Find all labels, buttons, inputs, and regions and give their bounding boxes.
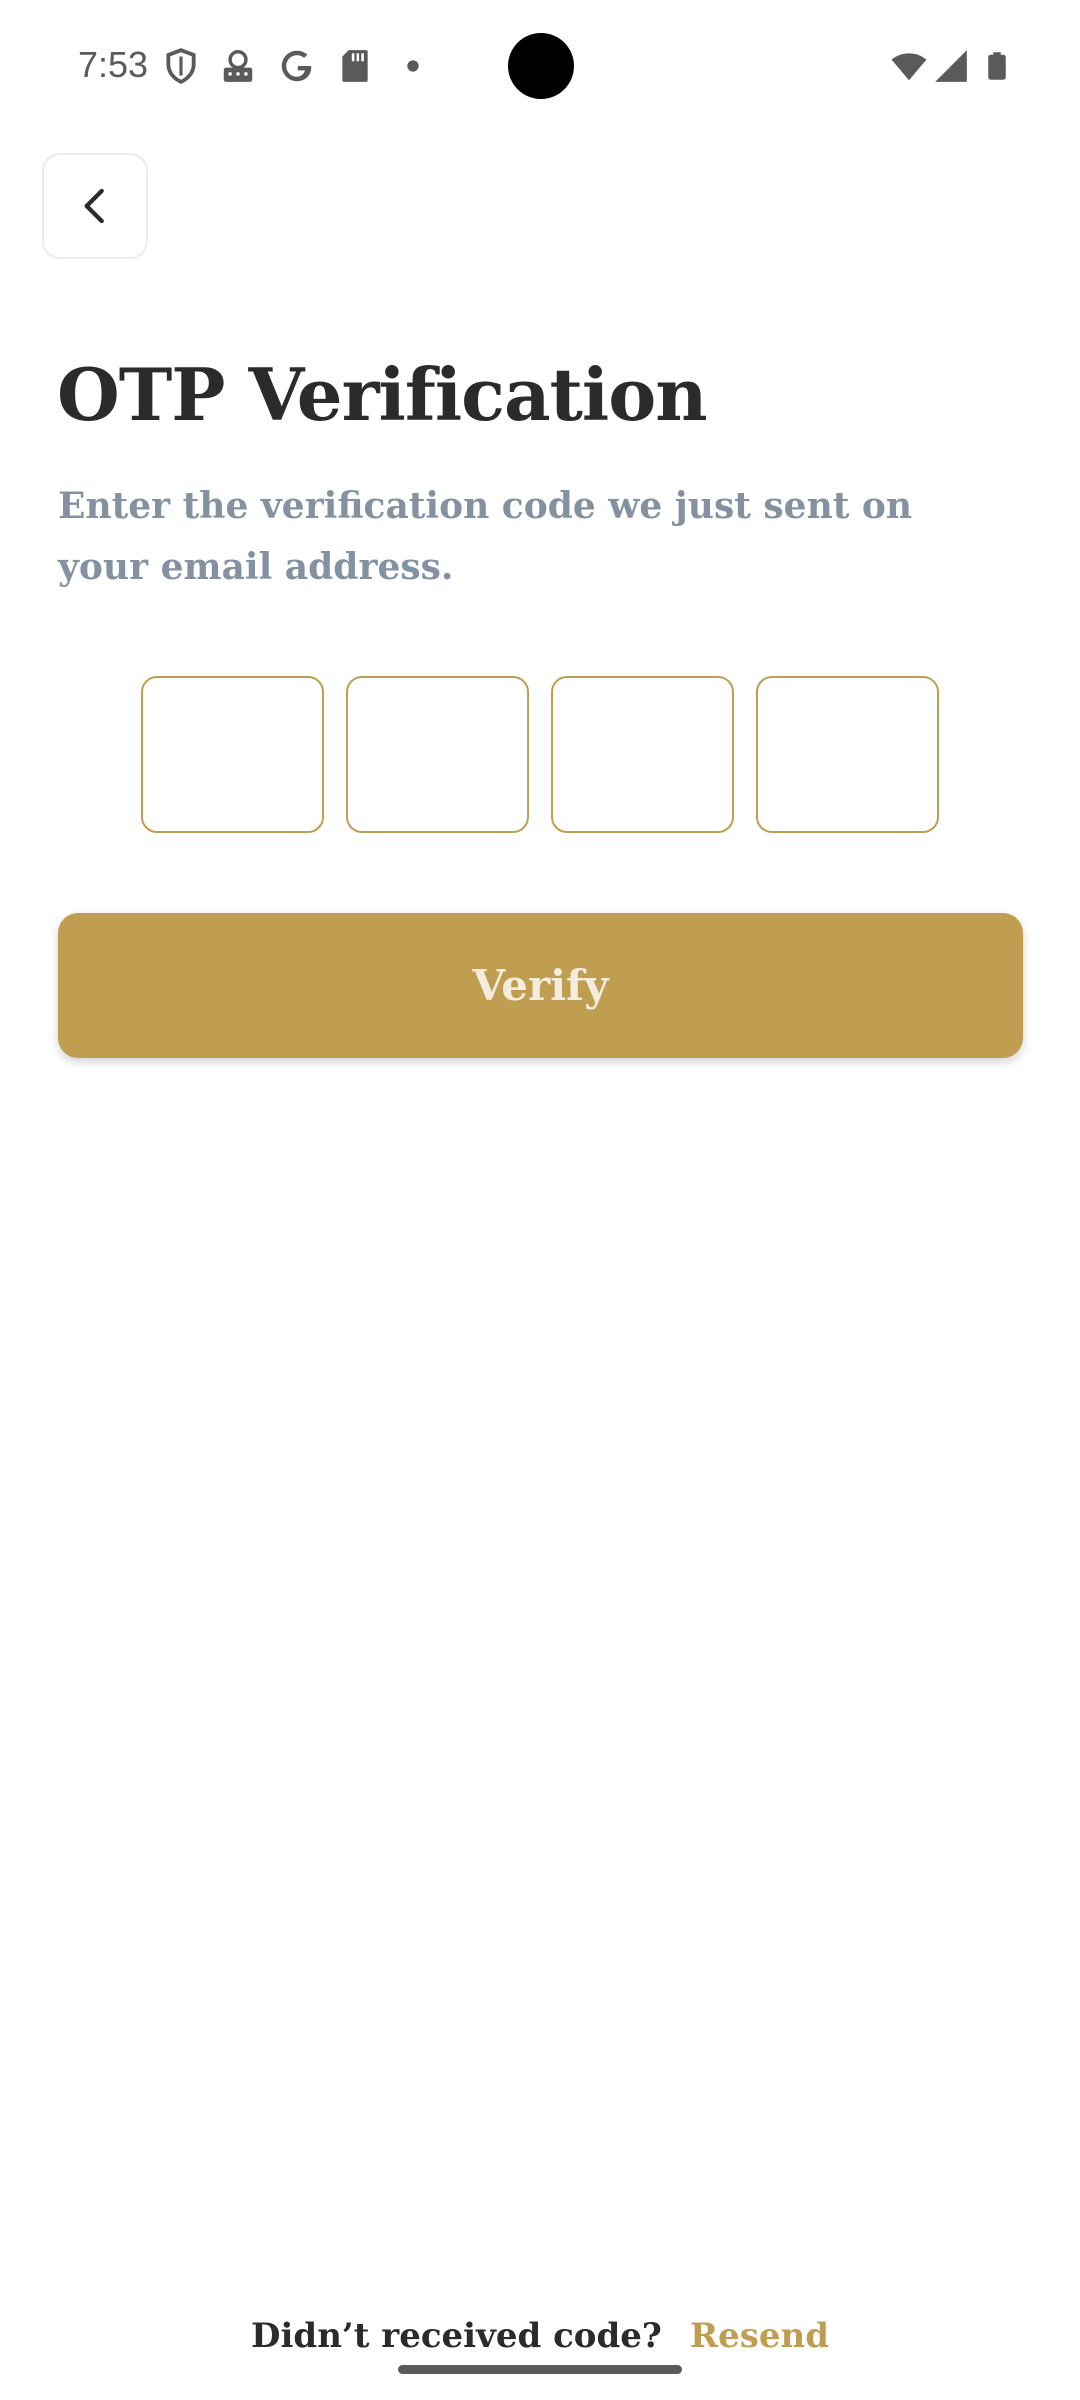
otp-input-group <box>141 676 941 833</box>
wifi-icon <box>889 47 929 85</box>
dot-icon <box>396 47 430 85</box>
resend-link[interactable]: Resend <box>690 2316 829 2356</box>
page-subtitle: Enter the verification code we just sent… <box>58 485 913 588</box>
shield-icon <box>162 47 200 85</box>
battery-icon <box>982 47 1012 85</box>
status-bar: 7:53 <box>0 0 1080 132</box>
status-time: 7:53 <box>78 44 149 85</box>
otp-digit-2[interactable] <box>346 676 529 833</box>
signal-icon <box>932 47 970 85</box>
otp-digit-1[interactable] <box>141 676 324 833</box>
sd-card-icon <box>336 47 374 85</box>
verify-button[interactable]: Verify <box>58 913 1023 1058</box>
chevron-left-icon <box>75 186 115 226</box>
back-button[interactable] <box>42 153 148 259</box>
google-icon <box>278 47 316 85</box>
keyboard-icon <box>219 47 257 85</box>
home-indicator[interactable] <box>398 2365 682 2374</box>
page-title: OTP Verification <box>57 352 708 437</box>
otp-digit-4[interactable] <box>756 676 939 833</box>
resend-question: Didn’t received code? <box>251 2316 662 2356</box>
camera-cutout <box>508 33 574 99</box>
otp-digit-3[interactable] <box>551 676 734 833</box>
resend-row: Didn’t received code? Resend <box>0 2312 1080 2360</box>
